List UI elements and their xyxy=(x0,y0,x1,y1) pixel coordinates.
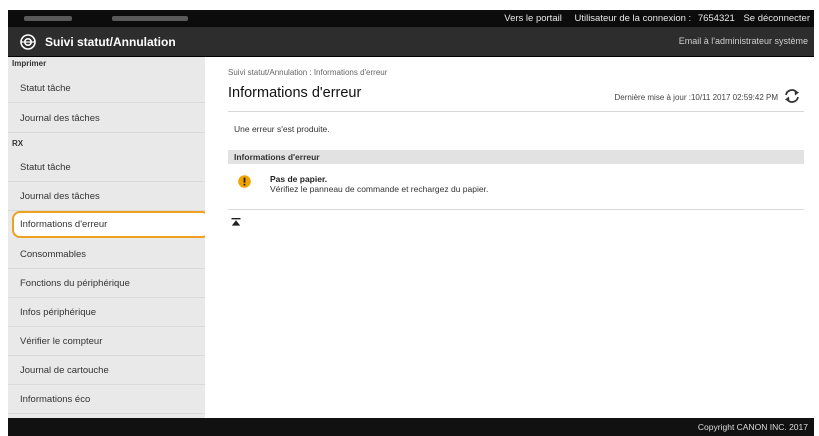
main-content: Suivi statut/Annulation : Informations d… xyxy=(205,57,814,418)
sidebar-item-rx-job-status[interactable]: Statut tâche xyxy=(8,153,205,182)
sidebar-item-device-info[interactable]: Infos périphérique xyxy=(8,298,205,327)
sidebar-section-rx: RX xyxy=(12,139,24,148)
portal-link[interactable]: Vers le portail xyxy=(504,13,562,24)
page-header-title: Suivi statut/Annulation xyxy=(45,35,176,49)
sidebar-item-device-features[interactable]: Fonctions du périphérique xyxy=(8,269,205,298)
sidebar-item-rx-job-log[interactable]: Journal des tâches xyxy=(8,182,205,211)
go-to-top-icon[interactable] xyxy=(231,217,241,227)
sidebar-item-check-counter[interactable]: Vérifier le compteur xyxy=(8,327,205,356)
footer: Copyright CANON INC. 2017 xyxy=(8,418,814,436)
sidebar-item-print-job-log[interactable]: Journal des tâches xyxy=(8,104,205,133)
error-detail: Vérifiez le panneau de commande et recha… xyxy=(270,184,489,194)
sidebar-item-eco-info[interactable]: Informations éco xyxy=(8,385,205,414)
canon-logo-icon xyxy=(20,34,36,50)
blurred-device-name xyxy=(24,16,72,21)
sidebar-item-print-job-status[interactable]: Statut tâche xyxy=(8,74,205,103)
mail-admin-link[interactable]: Email à l'administrateur système xyxy=(679,36,808,46)
error-title: Pas de papier. xyxy=(270,174,328,184)
warning-icon xyxy=(238,175,251,188)
refresh-icon[interactable] xyxy=(784,88,800,104)
blurred-device-location xyxy=(112,16,188,21)
sidebar-item-error-info[interactable]: Informations d'erreur xyxy=(12,211,210,238)
copyright-text: Copyright CANON INC. 2017 xyxy=(697,422,808,432)
sidebar-section-imprimer: Imprimer xyxy=(12,59,47,68)
sidebar-item-consumables[interactable]: Consommables xyxy=(8,240,205,269)
app-header: Suivi statut/Annulation Email à l'admini… xyxy=(8,27,814,57)
section-divider xyxy=(228,209,804,210)
top-links: Vers le portail Utilisateur de la connex… xyxy=(494,10,810,27)
title-divider xyxy=(228,111,804,112)
sidebar-item-cartridge-log[interactable]: Journal de cartouche xyxy=(8,356,205,385)
top-bar: Vers le portail Utilisateur de la connex… xyxy=(8,10,814,27)
user-label: Utilisateur de la connexion : xyxy=(574,13,692,24)
sidebar: Imprimer Statut tâche Journal des tâches… xyxy=(8,57,210,418)
page-title: Informations d'erreur xyxy=(228,85,362,101)
error-occurred-message: Une erreur s'est produite. xyxy=(234,124,330,134)
breadcrumb: Suivi statut/Annulation : Informations d… xyxy=(228,68,388,77)
error-info-section-header: Informations d'erreur xyxy=(228,150,804,164)
user-id: 7654321 xyxy=(697,13,735,24)
last-updated-text: Dernière mise à jour :10/11 2017 02:59:4… xyxy=(614,93,778,102)
logout-link[interactable]: Se déconnecter xyxy=(743,13,810,24)
